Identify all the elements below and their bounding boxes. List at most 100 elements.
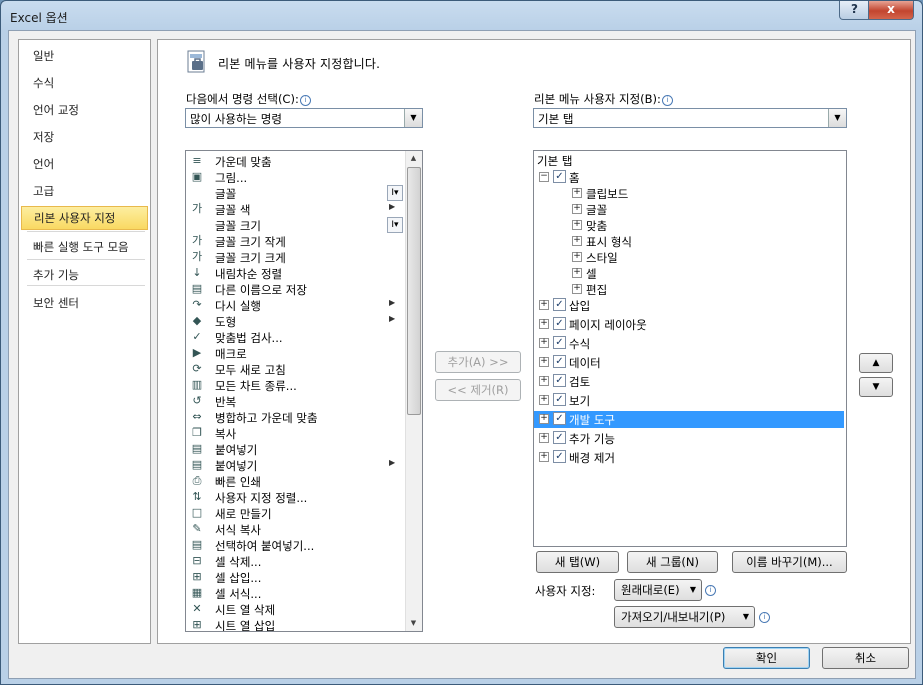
checkbox-checked-icon[interactable]: ✓ (553, 393, 566, 406)
nav-item[interactable]: 고급 (21, 179, 148, 203)
command-item[interactable]: ⇔ 병합하고 가운데 맞춤 (186, 409, 406, 425)
expand-icon[interactable]: + (539, 357, 549, 367)
ribbon-tree[interactable]: 기본 탭 − ✓ 홈 + 클립보드 + 글꼴 + 맞춤 + 표시 형식 + 스타일 + 셀 + 편집 + ✓ 삽입 + ✓ 페… (533, 150, 847, 547)
tree-group-node[interactable]: + 맞춤 (534, 217, 834, 233)
tree-group-node[interactable]: + 표시 형식 (534, 233, 834, 249)
command-item[interactable]: ▣ 그림... (186, 169, 406, 185)
checkbox-checked-icon[interactable]: ✓ (553, 317, 566, 330)
close-button[interactable]: x (868, 1, 914, 20)
collapse-icon[interactable]: − (539, 172, 549, 182)
command-item[interactable]: ▤ 선택하여 붙여넣기... (186, 537, 406, 553)
tree-tab-node[interactable]: + ✓ 배경 제거 (534, 449, 844, 466)
expand-icon[interactable]: + (539, 414, 549, 424)
checkbox-checked-icon[interactable]: ✓ (553, 336, 566, 349)
command-item[interactable]: ⊞ 시트 열 삽입 (186, 617, 406, 631)
expand-icon[interactable]: + (572, 188, 582, 198)
command-item[interactable]: ▦ 셀 서식... (186, 585, 406, 601)
command-item[interactable]: 가 글꼴 크기 크게 (186, 249, 406, 265)
expand-icon[interactable]: + (539, 376, 549, 386)
command-item[interactable]: ⊞ 셀 삽입... (186, 569, 406, 585)
help-button[interactable]: ? (839, 1, 870, 20)
new-tab-button[interactable]: 새 탭(W) (536, 551, 619, 573)
command-item[interactable]: □ 새로 만들기 (186, 505, 406, 521)
expand-icon[interactable]: + (572, 220, 582, 230)
import-export-dropdown[interactable]: 가져오기/내보내기(P) ▼ (614, 606, 755, 628)
expand-icon[interactable]: + (572, 268, 582, 278)
tree-group-node[interactable]: + 글꼴 (534, 201, 834, 217)
tree-tab-node[interactable]: + ✓ 페이지 레이아웃 (534, 316, 844, 333)
commands-scrollbar[interactable]: ▲ ▼ (405, 151, 422, 631)
nav-item[interactable]: 보안 센터 (21, 291, 148, 315)
checkbox-checked-icon[interactable]: ✓ (553, 170, 566, 183)
nav-item[interactable]: 수식 (21, 71, 148, 95)
expand-icon[interactable]: + (572, 204, 582, 214)
nav-item[interactable]: 추가 기능 (21, 263, 148, 287)
command-item[interactable]: ↺ 반복 (186, 393, 406, 409)
command-item[interactable]: ⎙ 빠른 인쇄 (186, 473, 406, 489)
command-item[interactable]: ⇅ 사용자 지정 정렬... (186, 489, 406, 505)
commands-from-combo[interactable]: 많이 사용하는 명령 ▼ (185, 108, 423, 128)
new-group-button[interactable]: 새 그룹(N) (627, 551, 718, 573)
expand-icon[interactable]: + (539, 395, 549, 405)
checkbox-checked-icon[interactable]: ✓ (553, 412, 566, 425)
command-item[interactable]: ▤ 다른 이름으로 저장 (186, 281, 406, 297)
checkbox-checked-icon[interactable]: ✓ (553, 374, 566, 387)
command-item[interactable]: ⟳ 모두 새로 고침 (186, 361, 406, 377)
nav-item[interactable]: 리본 사용자 지정 (21, 206, 148, 230)
command-item[interactable]: ▤ 붙여넣기 (186, 441, 406, 457)
expand-icon[interactable]: + (539, 433, 549, 443)
rename-button[interactable]: 이름 바꾸기(M)... (732, 551, 847, 573)
expand-icon[interactable]: + (539, 300, 549, 310)
expand-icon[interactable]: + (572, 236, 582, 246)
nav-item[interactable]: 언어 (21, 152, 148, 176)
tree-tab-node[interactable]: + ✓ 수식 (534, 335, 844, 352)
tree-tab-node[interactable]: + ✓ 삽입 (534, 297, 844, 314)
ok-button[interactable]: 확인 (723, 647, 810, 669)
remove-button[interactable]: << 제거(R) (435, 379, 521, 401)
command-item[interactable]: ↓ 내림차순 정렬 (186, 265, 406, 281)
command-item[interactable]: ⊟ 셀 삭제... (186, 553, 406, 569)
chevron-down-icon[interactable]: ▼ (404, 109, 422, 127)
scroll-down-icon[interactable]: ▼ (406, 616, 421, 631)
tree-tab-node[interactable]: + ✓ 추가 기능 (534, 430, 844, 447)
command-item[interactable]: ▤ 붙여넣기 ▶ (186, 457, 406, 473)
scroll-up-icon[interactable]: ▲ (406, 151, 421, 166)
reset-dropdown[interactable]: 원래대로(E) ▼ (614, 579, 702, 601)
tree-tab-node[interactable]: + ✓ 개발 도구 (534, 411, 844, 428)
customize-ribbon-combo[interactable]: 기본 탭 ▼ (533, 108, 847, 128)
tree-tab-node[interactable]: + ✓ 검토 (534, 373, 844, 390)
add-button[interactable]: 추가(A) >> (435, 351, 521, 373)
tree-group-node[interactable]: + 클립보드 (534, 185, 834, 201)
checkbox-checked-icon[interactable]: ✓ (553, 450, 566, 463)
scroll-thumb[interactable] (407, 167, 421, 415)
cancel-button[interactable]: 취소 (822, 647, 909, 669)
command-item[interactable]: ✕ 시트 열 삭제 (186, 601, 406, 617)
command-item[interactable]: ▥ 모든 차트 종류... (186, 377, 406, 393)
tree-node-home[interactable]: − ✓ 홈 (534, 169, 834, 185)
nav-item[interactable]: 빠른 실행 도구 모음 (21, 235, 148, 259)
tree-group-node[interactable]: + 스타일 (534, 249, 834, 265)
command-item[interactable]: ▶ 매크로 (186, 345, 406, 361)
tree-tab-node[interactable]: + ✓ 데이터 (534, 354, 844, 371)
checkbox-checked-icon[interactable]: ✓ (553, 298, 566, 311)
expand-icon[interactable]: + (539, 319, 549, 329)
command-item[interactable]: 글꼴 크기 I▾ (186, 217, 406, 233)
nav-item[interactable]: 일반 (21, 44, 148, 68)
command-item[interactable]: ❐ 복사 (186, 425, 406, 441)
nav-item[interactable]: 저장 (21, 125, 148, 149)
move-up-button[interactable]: ▲ (859, 353, 893, 373)
expand-icon[interactable]: + (539, 338, 549, 348)
command-item[interactable]: 가 글꼴 크기 작게 (186, 233, 406, 249)
nav-item[interactable]: 언어 교정 (21, 98, 148, 122)
command-item[interactable]: ✎ 서식 복사 (186, 521, 406, 537)
tree-group-node[interactable]: + 편집 (534, 281, 834, 297)
checkbox-checked-icon[interactable]: ✓ (553, 431, 566, 444)
expand-icon[interactable]: + (572, 252, 582, 262)
command-item[interactable]: ✓ 맞춤법 검사... (186, 329, 406, 345)
chevron-down-icon[interactable]: ▼ (828, 109, 846, 127)
command-item[interactable]: ◆ 도형 ▶ (186, 313, 406, 329)
checkbox-checked-icon[interactable]: ✓ (553, 355, 566, 368)
expand-icon[interactable]: + (539, 452, 549, 462)
command-item[interactable]: ≡ 가운데 맞춤 (186, 153, 406, 169)
command-item[interactable]: ↷ 다시 실행 ▶ (186, 297, 406, 313)
